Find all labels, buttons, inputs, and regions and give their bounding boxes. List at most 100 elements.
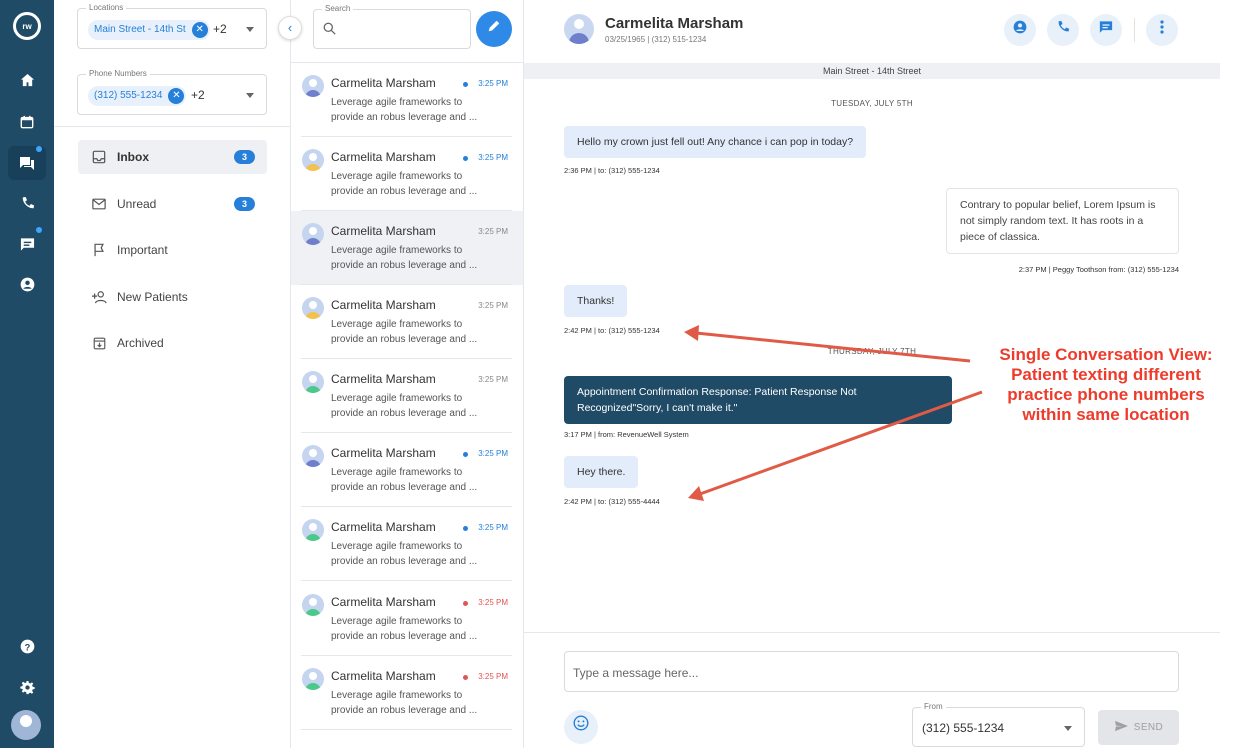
collapse-panel-button[interactable]: ‹: [278, 16, 302, 40]
message-preview: Leverage agile frameworks to provide an …: [331, 319, 478, 345]
phone-numbers-label: Phone Numbers: [86, 69, 150, 78]
avatar-shirt: [305, 609, 321, 616]
patient-profile-button[interactable]: [1004, 14, 1036, 46]
status-dot: [463, 156, 468, 161]
location-chip[interactable]: Main Street - 14th St ✕: [88, 20, 210, 40]
message-preview: Leverage agile frameworks to provide an …: [331, 97, 478, 123]
from-number-select[interactable]: From (312) 555-1234: [912, 702, 1085, 747]
folder-unread[interactable]: Unread 3: [78, 187, 267, 221]
chat-icon[interactable]: [14, 231, 40, 257]
avatar-shirt: [305, 164, 321, 171]
conversation-item[interactable]: Carmelita Marsham 3:25 PM Leverage agile f…: [291, 359, 523, 433]
contact-avatar: [302, 371, 324, 393]
phone-numbers-select[interactable]: Phone Numbers (312) 555-1234 ✕ +2: [77, 69, 267, 115]
phone-icon[interactable]: [14, 190, 40, 216]
more-vertical-icon: [1160, 20, 1164, 34]
contact-name: Carmelita Marsham: [331, 372, 436, 386]
conversation-item[interactable]: Carmelita Marsham 3:25 PM Leverage agile f…: [291, 285, 523, 359]
pencil-icon: [488, 20, 500, 32]
status-dot: [463, 526, 468, 531]
message-meta: 2:37 PM | Peggy Toothson from: (312) 555…: [1018, 265, 1179, 274]
more-options-button[interactable]: [1146, 14, 1178, 46]
phone-chip[interactable]: (312) 555-1234 ✕: [88, 86, 187, 106]
message-meta: 2:42 PM | to: (312) 555-4444: [564, 497, 660, 506]
home-icon[interactable]: [14, 67, 40, 93]
user-avatar[interactable]: [11, 710, 41, 740]
settings-gear-icon[interactable]: [14, 674, 40, 700]
message-bubble-outgoing: Contrary to popular belief, Lorem Ipsum …: [946, 188, 1179, 254]
conversation-item[interactable]: Carmelita Marsham 3:25 PM Leverage agile f…: [291, 63, 523, 137]
message-preview: Leverage agile frameworks to provide an …: [331, 467, 478, 493]
message-meta: 2:42 PM | to: (312) 555-1234: [564, 326, 660, 335]
message-preview: Leverage agile frameworks to provide an …: [331, 393, 478, 419]
chevron-down-icon[interactable]: [1064, 726, 1072, 731]
divider: [524, 632, 1220, 633]
location-banner: Main Street - 14th Street: [524, 63, 1220, 79]
contact-name: Carmelita Marsham: [331, 669, 436, 683]
search-label: Search: [322, 4, 354, 13]
mail-icon: [91, 196, 107, 212]
send-button[interactable]: SEND: [1098, 710, 1179, 745]
chat-icon: [1099, 21, 1113, 33]
chevron-down-icon[interactable]: [246, 27, 254, 32]
conversation-item[interactable]: Carmelita Marsham 3:25 PM Leverage agile f…: [291, 433, 523, 507]
conversation-item[interactable]: Carmelita Marsham 3:25 PM Leverage agile f…: [291, 211, 523, 285]
folder-label: Inbox: [117, 150, 149, 164]
revenuewell-logo-icon[interactable]: rw: [13, 12, 41, 40]
folder-inbox[interactable]: Inbox 3: [78, 140, 267, 174]
contact-avatar: [302, 445, 324, 467]
messages-icon[interactable]: [14, 150, 40, 176]
divider: [54, 126, 291, 127]
from-label: From: [921, 702, 946, 711]
compose-button[interactable]: [476, 11, 512, 47]
message-time: 3:25 PM: [478, 301, 508, 310]
chevron-down-icon[interactable]: [246, 93, 254, 98]
contact-avatar: [302, 149, 324, 171]
folder-important[interactable]: Important: [78, 233, 267, 267]
status-dot: [463, 452, 468, 457]
message-preview: Leverage agile frameworks to provide an …: [331, 616, 478, 642]
message-time: 3:25 PM: [478, 672, 508, 681]
divider: [301, 729, 512, 730]
message-bubble-incoming: Hey there.: [564, 456, 639, 488]
message-preview: Leverage agile frameworks to provide an …: [331, 690, 478, 716]
remove-phone-icon[interactable]: ✕: [168, 88, 185, 104]
conversation-item[interactable]: Carmelita Marsham 3:25 PM Leverage agile f…: [291, 582, 523, 656]
conversation-item[interactable]: Carmelita Marsham 3:25 PM Leverage agile f…: [291, 137, 523, 211]
conversation-item[interactable]: Carmelita Marsham 3:25 PM Leverage agile f…: [291, 507, 523, 581]
message-preview: Leverage agile frameworks to provide an …: [331, 541, 478, 567]
message-button[interactable]: [1090, 14, 1122, 46]
account-icon[interactable]: [14, 271, 40, 297]
account-icon: [1013, 20, 1027, 34]
status-dot: [463, 82, 468, 87]
emoji-button[interactable]: [564, 710, 598, 744]
contact-avatar: [302, 594, 324, 616]
contact-avatar: [302, 668, 324, 690]
contact-name: Carmelita Marsham: [331, 150, 436, 164]
filters-panel: Locations Main Street - 14th St ✕ +2 Pho…: [54, 0, 291, 748]
message-time: 3:25 PM: [478, 375, 508, 384]
avatar-shirt: [305, 683, 321, 690]
send-label: SEND: [1133, 722, 1164, 733]
folder-label: New Patients: [117, 290, 188, 304]
app: rw ? Locations Main Street - 14th St ✕ +…: [0, 0, 1244, 748]
nav-rail: rw ?: [0, 0, 54, 748]
add-user-icon: [91, 289, 107, 305]
avatar-shirt: [305, 90, 321, 97]
folder-count-badge: 3: [234, 197, 255, 211]
conversation-item[interactable]: Carmelita Marsham 3:25 PM Leverage agile f…: [291, 656, 523, 730]
search-input[interactable]: Search: [313, 4, 471, 49]
message-bubble-incoming: Thanks!: [564, 285, 628, 317]
patient-dob-phone: 03/25/1965 | (312) 515-1234: [605, 35, 707, 44]
folder-new-patients[interactable]: New Patients: [78, 280, 267, 314]
folder-archived[interactable]: Archived: [78, 326, 267, 360]
location-chip-label: Main Street - 14th St: [94, 24, 186, 35]
phone-more-count: +2: [191, 88, 205, 102]
locations-select[interactable]: Locations Main Street - 14th St ✕ +2: [77, 3, 267, 49]
help-icon[interactable]: ?: [14, 633, 40, 659]
contact-avatar: [302, 223, 324, 245]
remove-location-icon[interactable]: ✕: [191, 22, 208, 38]
call-button[interactable]: [1047, 14, 1079, 46]
message-input[interactable]: Type a message here...: [564, 651, 1179, 692]
calendar-icon[interactable]: [14, 109, 40, 135]
